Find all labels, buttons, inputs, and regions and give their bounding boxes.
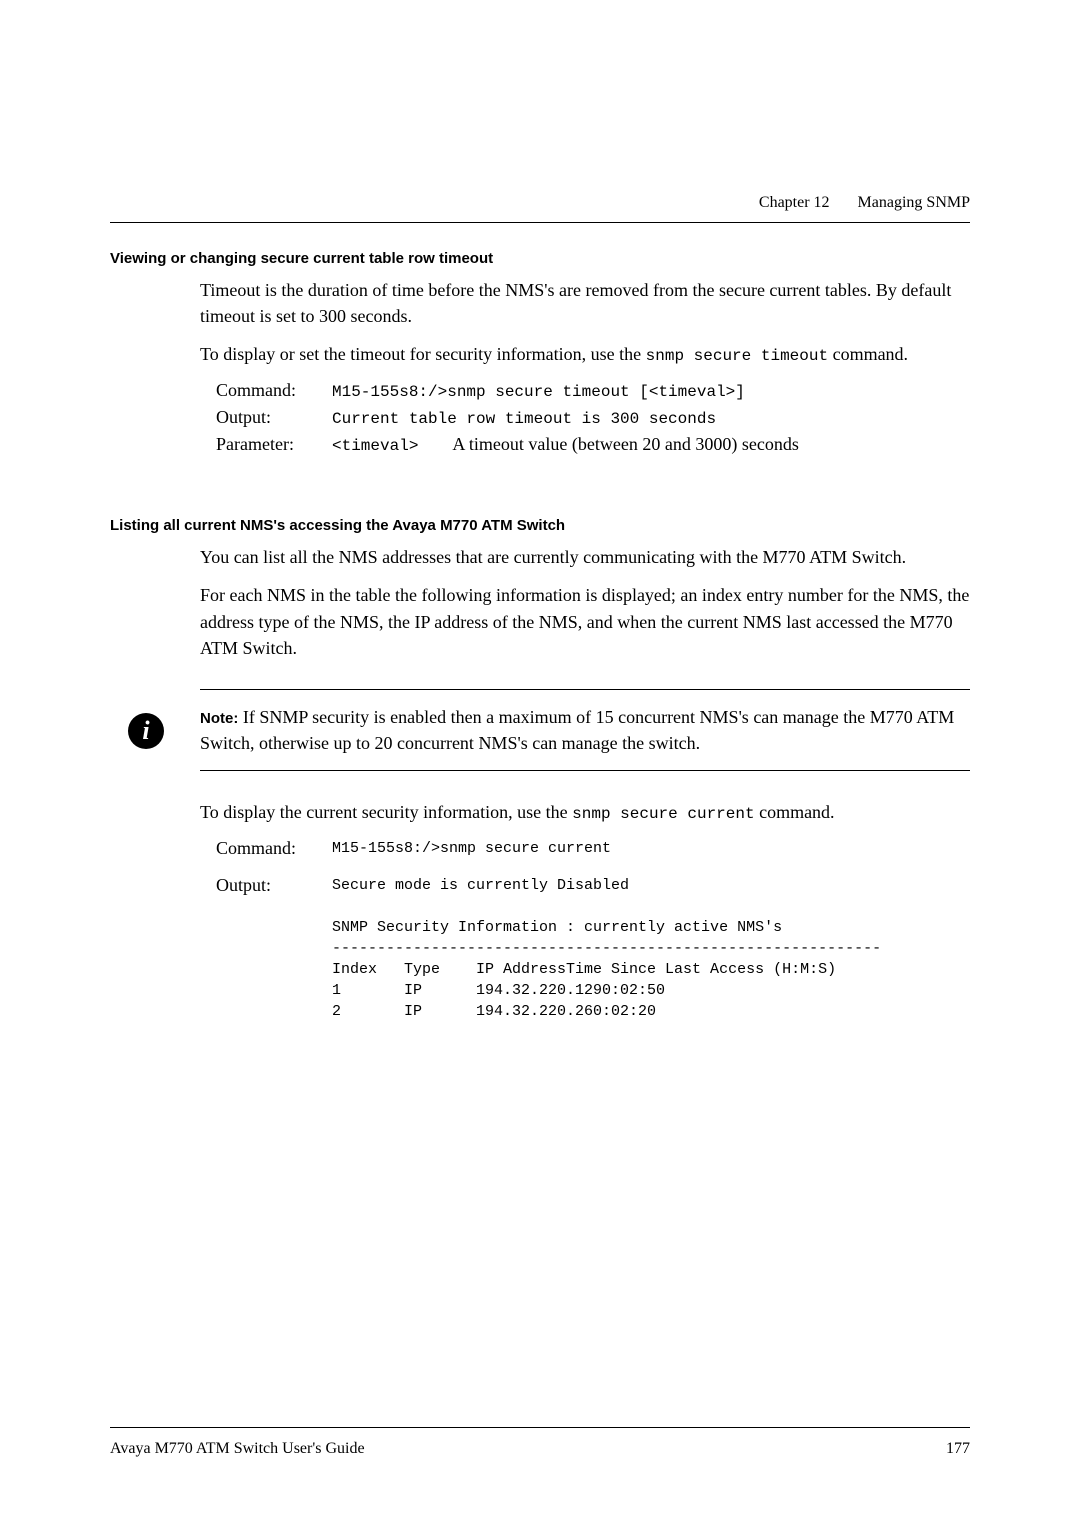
- output-text: Secure mode is currently Disabled SNMP S…: [332, 875, 881, 1022]
- parameter-value: <timeval> A timeout value (between 20 an…: [332, 434, 970, 455]
- page-number: 177: [946, 1440, 970, 1458]
- chapter-label: Chapter 12: [759, 194, 830, 211]
- body-paragraph: For each NMS in the table the following …: [200, 582, 970, 660]
- parameter-row: Parameter: <timeval> A timeout value (be…: [216, 434, 970, 455]
- parameter-label: Parameter:: [216, 434, 332, 455]
- command-label: Command:: [216, 838, 332, 859]
- output-label: Output:: [216, 875, 332, 896]
- parameter-name: <timeval>: [332, 437, 418, 455]
- note-text: Note: If SNMP security is enabled then a…: [200, 704, 970, 756]
- command-row: Command: M15-155s8:/>snmp secure timeout…: [216, 380, 970, 401]
- chapter-title: Managing SNMP: [858, 194, 970, 211]
- command-label: Command:: [216, 380, 332, 401]
- body-paragraph: You can list all the NMS addresses that …: [200, 544, 970, 570]
- main-content: Viewing or changing secure current table…: [110, 250, 970, 1022]
- body-paragraph: To display the current security informat…: [200, 799, 970, 826]
- footer-rule: [110, 1427, 970, 1428]
- output-row: Output: Secure mode is currently Disable…: [216, 875, 970, 1022]
- section-heading-timeout: Viewing or changing secure current table…: [110, 250, 970, 267]
- section-heading-listing: Listing all current NMS's accessing the …: [110, 517, 970, 534]
- output-value: Current table row timeout is 300 seconds: [332, 410, 970, 428]
- inline-command: snmp secure timeout: [646, 347, 828, 365]
- page-header: Chapter 12 Managing SNMP: [759, 194, 970, 212]
- command-value: M15-155s8:/>snmp secure current: [332, 838, 611, 859]
- command-row: Command: M15-155s8:/>snmp secure current: [216, 838, 970, 859]
- parameter-description: A timeout value (between 20 and 3000) se…: [452, 434, 798, 454]
- text-run: command.: [755, 802, 835, 822]
- body-paragraph: Timeout is the duration of time before t…: [200, 277, 970, 329]
- footer-left: Avaya M770 ATM Switch User's Guide: [110, 1440, 365, 1458]
- header-rule: [110, 222, 970, 223]
- info-icon: i: [128, 713, 164, 749]
- note-body: If SNMP security is enabled then a maxim…: [200, 707, 954, 753]
- inline-command: snmp secure current: [572, 805, 754, 823]
- output-row: Output: Current table row timeout is 300…: [216, 407, 970, 428]
- text-run: To display the current security informat…: [200, 802, 572, 822]
- page-footer: Avaya M770 ATM Switch User's Guide 177: [110, 1440, 970, 1458]
- text-run: command.: [828, 344, 908, 364]
- note-label: Note:: [200, 710, 238, 727]
- command-value: M15-155s8:/>snmp secure timeout [<timeva…: [332, 383, 970, 401]
- note-top-rule: [200, 689, 970, 690]
- output-label: Output:: [216, 407, 332, 428]
- note-bottom-rule: [200, 770, 970, 771]
- command-table: Command: M15-155s8:/>snmp secure timeout…: [216, 380, 970, 455]
- note-block: i Note: If SNMP security is enabled then…: [200, 689, 970, 771]
- text-run: To display or set the timeout for securi…: [200, 344, 646, 364]
- command-output-block: Command: M15-155s8:/>snmp secure current…: [216, 838, 970, 1022]
- body-paragraph: To display or set the timeout for securi…: [200, 341, 970, 368]
